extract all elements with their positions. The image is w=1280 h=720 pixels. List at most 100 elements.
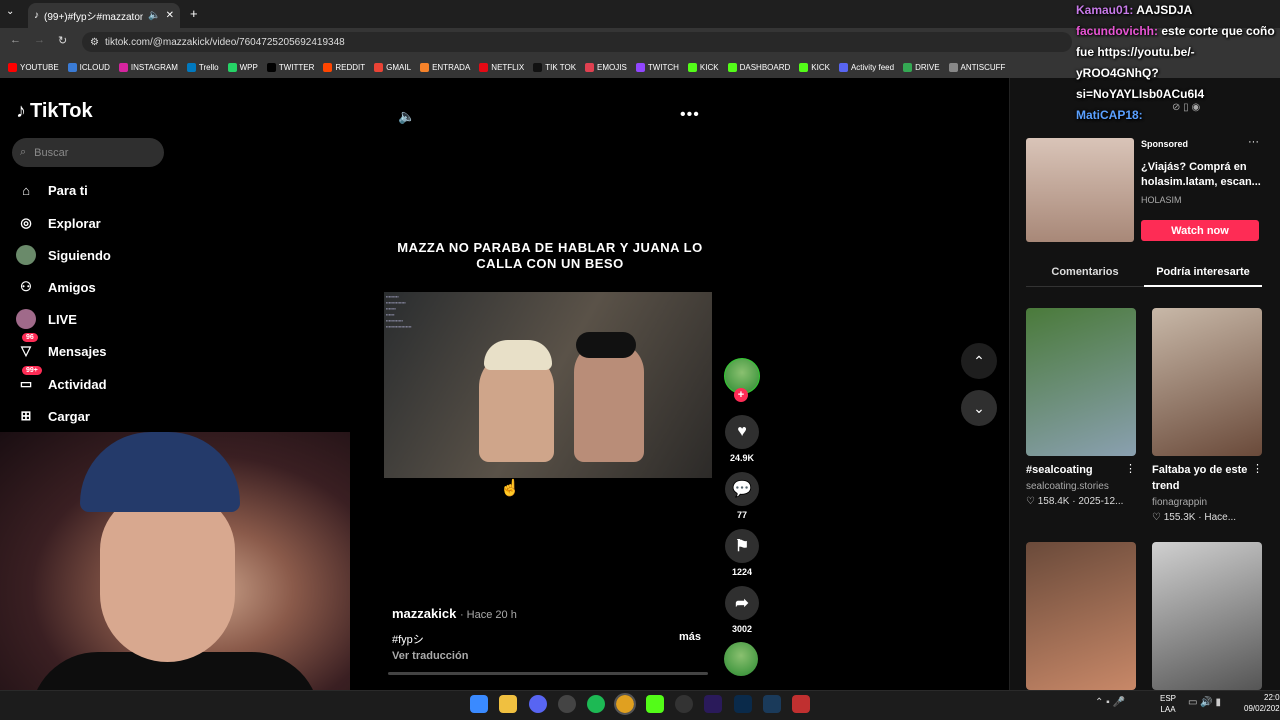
suggestion-title[interactable]: Faltaba yo de este trend — [1152, 462, 1252, 494]
kick-icon[interactable] — [646, 695, 664, 713]
video-frame[interactable]: ▪▪▪▪▪▪▪▪▪ ▪▪▪▪▪▪▪▪▪▪▪▪▪▪ ▪▪▪▪▪▪▪ ▪▪▪▪▪▪ ▪▪▪▪… — [384, 292, 712, 478]
bookmark-label: REDDIT — [335, 62, 366, 72]
follow-button[interactable]: + — [734, 388, 748, 402]
like-action[interactable]: ♥ 24.9K — [724, 415, 760, 463]
bookmark-tik-tok[interactable]: TIK TOK — [533, 62, 576, 72]
bookmark-favicon-icon — [903, 62, 913, 72]
comment-action[interactable]: 💬 77 — [724, 472, 760, 520]
tab-title: (99+)#fypシ#mazzatomas# — [44, 12, 143, 23]
bookmark-favicon-icon — [323, 62, 333, 72]
sidebar-item-live[interactable]: LIVE — [16, 307, 77, 331]
next-video-button[interactable]: ⌄ — [961, 390, 997, 426]
sidebar-item-actividad[interactable]: ▭ 99+ Actividad — [16, 366, 107, 396]
ad-more-icon[interactable]: ··· — [1248, 136, 1259, 148]
audio-icon[interactable]: 🔈 — [148, 10, 160, 21]
new-tab-button[interactable]: + — [190, 6, 198, 21]
suggestion-thumbnail[interactable] — [1026, 308, 1136, 456]
bookmark-drive[interactable]: DRIVE — [903, 62, 940, 72]
bookmark-entrada[interactable]: ENTRADA — [420, 62, 470, 72]
suggestion-more-icon[interactable]: ⋮ — [1252, 462, 1263, 475]
suggestion-more-icon[interactable]: ⋮ — [1125, 462, 1136, 475]
bookmark-gmail[interactable]: GMAIL — [374, 62, 411, 72]
back-icon[interactable]: ← — [10, 34, 21, 46]
previous-video-button[interactable]: ⌃ — [961, 343, 997, 379]
bookmark-reddit[interactable]: REDDIT — [323, 62, 366, 72]
suggestion-thumbnail[interactable] — [1026, 542, 1136, 690]
sidebar-item-para-ti[interactable]: ⌂ Para ti — [16, 178, 88, 202]
tiktok-logo[interactable]: ♪ TikTok — [16, 100, 93, 123]
spotify-icon[interactable] — [587, 695, 605, 713]
save-count: 1224 — [731, 567, 753, 577]
suggestion-thumbnail[interactable] — [1152, 542, 1262, 690]
bookmark-twitch[interactable]: TWITCH — [635, 62, 679, 72]
save-action[interactable]: ⚑ 1224 — [724, 529, 760, 577]
bookmark-kick[interactable]: KICK — [687, 62, 719, 72]
bookmark-kick[interactable]: KICK — [799, 62, 830, 72]
bookmark-youtube[interactable]: YOUTUBE — [8, 62, 59, 72]
video-progress-bar[interactable] — [388, 672, 708, 675]
game-icon[interactable] — [792, 695, 810, 713]
tray-icons[interactable]: ⌃ ▪ 🎤 — [1095, 697, 1125, 708]
video-description[interactable]: #fypシ — [392, 631, 424, 647]
obs-icon[interactable] — [558, 695, 576, 713]
ad-image[interactable] — [1026, 138, 1134, 242]
more-options-icon[interactable]: ••• — [680, 106, 700, 124]
sidebar-item-explorar[interactable]: ◎ Explorar — [16, 211, 100, 235]
share-action[interactable]: ➦ 3002 — [724, 586, 760, 634]
bookmark-twitter[interactable]: TWITTER — [266, 62, 314, 72]
music-disc-avatar[interactable] — [724, 642, 758, 676]
tab-comentarios[interactable]: Comentarios — [1026, 266, 1144, 287]
photoshop-icon[interactable] — [734, 695, 752, 713]
comment-icon[interactable]: 💬 — [725, 472, 759, 506]
chat-message: Kamau01: AAJSDJA — [1076, 0, 1276, 21]
sidebar-item-siguiendo[interactable]: Siguiendo — [16, 243, 111, 267]
language-indicator[interactable]: ESP LAA — [1160, 693, 1176, 715]
url-field[interactable]: ⚙ tiktok.com/@mazzakick/video/7604725205… — [82, 32, 1072, 52]
bookmark-antiscuff[interactable]: ANTISCUFF — [948, 62, 1005, 72]
bookmark-netflix[interactable]: NETFLIX — [479, 62, 524, 72]
bookmark-icon[interactable]: ⚑ — [725, 529, 759, 563]
reload-icon[interactable]: ↻ — [58, 34, 67, 47]
forward-icon[interactable]: → — [34, 34, 45, 46]
watch-now-button[interactable]: Watch now — [1141, 220, 1259, 241]
tab-podria-interesarte[interactable]: Podría interesarte — [1144, 266, 1262, 287]
discord-icon[interactable] — [529, 695, 547, 713]
sound-icon[interactable]: 🔈 — [398, 108, 415, 125]
chrome-icon[interactable] — [614, 693, 636, 715]
heart-icon[interactable]: ♥ — [725, 415, 759, 449]
start-icon[interactable] — [470, 695, 488, 713]
see-translation-link[interactable]: Ver traducción — [392, 650, 468, 662]
ad-title[interactable]: ¿Viajás? Comprá en holasim.latam, escan.… — [1141, 160, 1261, 190]
suggestion-author[interactable]: sealcoating.stories — [1026, 481, 1109, 492]
system-tray-icons[interactable]: ▭ 🔊 ▮ — [1188, 697, 1221, 708]
suggestion-thumbnail[interactable] — [1152, 308, 1262, 456]
suggestion-time: Hace... — [1204, 512, 1237, 523]
tab-list-icon[interactable]: ⌄ — [6, 6, 14, 17]
steam-icon[interactable] — [763, 695, 781, 713]
bookmark-dashboard[interactable]: DASHBOARD — [727, 62, 790, 72]
clock[interactable]: 22:07 09/02/2026 — [1244, 692, 1280, 714]
browser-tab[interactable]: ♪ (99+)#fypシ#mazzatomas# 🔈 ✕ — [28, 3, 180, 28]
bookmark-icloud[interactable]: ICLOUD — [67, 62, 110, 72]
close-tab-icon[interactable]: ✕ — [166, 10, 174, 21]
sidebar-item-mensajes[interactable]: ▽ 96 Mensajes — [16, 333, 107, 363]
site-info-icon[interactable]: ⚙ — [90, 37, 99, 48]
suggestion-title[interactable]: #sealcoating — [1026, 462, 1126, 478]
bookmark-trello[interactable]: Trello — [186, 62, 219, 72]
bookmark-activity-feed[interactable]: Activity feed — [838, 62, 894, 72]
file-explorer-icon[interactable] — [499, 695, 517, 713]
more-description-link[interactable]: más — [679, 631, 701, 643]
sidebar-item-cargar[interactable]: ⊞ Cargar — [16, 404, 90, 428]
bookmark-label: ICLOUD — [79, 62, 110, 72]
bookmark-favicon-icon — [420, 62, 430, 72]
app-icon[interactable] — [675, 695, 693, 713]
bookmark-instagram[interactable]: INSTAGRAM — [118, 62, 178, 72]
search-input[interactable]: ⌕ Buscar — [12, 138, 164, 167]
premiere-icon[interactable] — [704, 695, 722, 713]
sidebar-item-amigos[interactable]: ⚇ Amigos — [16, 275, 96, 299]
bookmark-wpp[interactable]: WPP — [227, 62, 258, 72]
bookmark-emojis[interactable]: EMOJIS — [585, 62, 627, 72]
suggestion-author[interactable]: fionagrappin — [1152, 497, 1207, 508]
video-author[interactable]: mazzakick · Hace 20 h — [392, 606, 517, 621]
share-icon[interactable]: ➦ — [725, 586, 759, 620]
